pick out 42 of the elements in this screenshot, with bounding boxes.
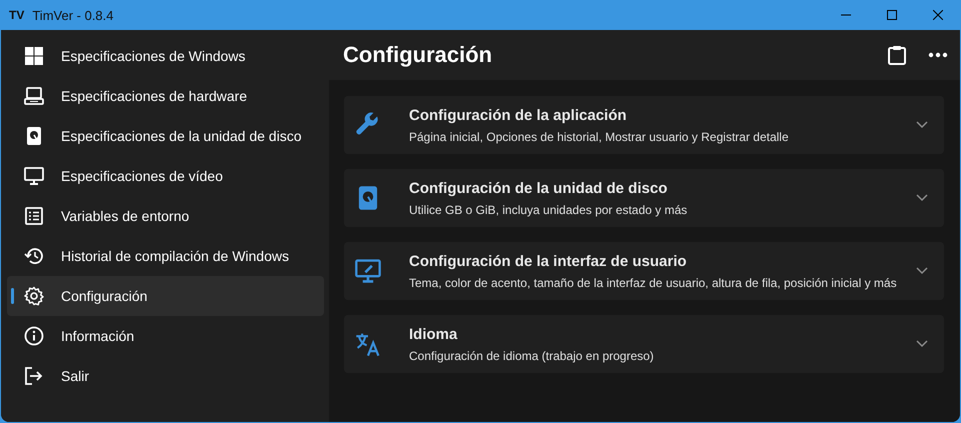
card-description: Utilice GB o GiB, incluya unidades por estado y más <box>409 202 688 216</box>
settings-card[interactable]: Idioma Configuración de idioma (trabajo en progreso) <box>344 315 944 373</box>
sidebar-item[interactable]: Historial de compilación de Windows <box>7 236 324 276</box>
exit-icon <box>24 366 44 386</box>
card-title: Configuración de la aplicación <box>409 106 628 124</box>
app-logo: TV <box>9 8 24 22</box>
sidebar-item[interactable]: Especificaciones de hardware <box>7 76 324 116</box>
chevron-icon[interactable] <box>916 340 928 348</box>
sidebar-item[interactable]: Salir <box>7 356 324 396</box>
sidebar-item[interactable]: Especificaciones de vídeo <box>7 156 324 196</box>
close-icon[interactable] <box>933 10 943 20</box>
chevron-icon[interactable] <box>916 121 928 129</box>
info-icon <box>24 326 44 346</box>
translate-icon <box>355 331 381 357</box>
laptop-icon <box>24 86 44 106</box>
settings-card[interactable]: Configuración de la unidad de disco Utilice GB o GiB, incluya unidades por estado y más <box>344 169 944 227</box>
list-icon <box>24 206 44 226</box>
chevron-icon[interactable] <box>916 194 928 202</box>
settings-card[interactable]: Configuración de la aplicación Página inicial, Opciones de historial, Mostrar usuario y Registrar detalle <box>344 96 944 154</box>
card-description: Página inicial, Opciones de historial, Mostrar usuario y Registrar detalle <box>409 130 790 144</box>
card-description: Configuración de idioma (trabajo en progreso) <box>409 348 655 362</box>
settings-icon <box>24 286 44 306</box>
sidebar-item[interactable]: Variables de entorno <box>7 196 324 236</box>
card-description: Tema, color de acento, tamaño de la interfaz de usuario, altura de fila, posición inicial y más <box>409 276 898 290</box>
sidebar-item[interactable]: Especificaciones de Windows <box>7 36 324 76</box>
card-title: Idioma <box>409 326 458 342</box>
sidebar-item[interactable]: Especificaciones de la unidad de disco <box>7 116 324 156</box>
settings-card[interactable]: Configuración de la interfaz de usuario Tema, color de acento, tamaño de la interfaz de usuario, altura de fila, posición inicial y más <box>344 242 944 300</box>
maximize-icon[interactable] <box>887 10 897 20</box>
clipboard-icon[interactable] <box>888 45 906 65</box>
card-title: Configuración de la interfaz de usuario <box>409 252 688 270</box>
monitor-pencil-icon <box>355 258 381 284</box>
history-icon <box>24 246 44 266</box>
window-title: TimVer - 0.8.4 <box>32 8 114 22</box>
sidebar-item[interactable]: Información <box>7 316 324 356</box>
more-icon[interactable] <box>928 52 948 58</box>
page-title: Configuración <box>343 42 494 68</box>
card-title: Configuración de la unidad de disco <box>409 180 668 196</box>
windows-icon <box>24 46 44 66</box>
sidebar-item[interactable]: Configuración <box>7 276 324 316</box>
chevron-icon[interactable] <box>916 267 928 275</box>
monitor-icon <box>24 166 44 186</box>
